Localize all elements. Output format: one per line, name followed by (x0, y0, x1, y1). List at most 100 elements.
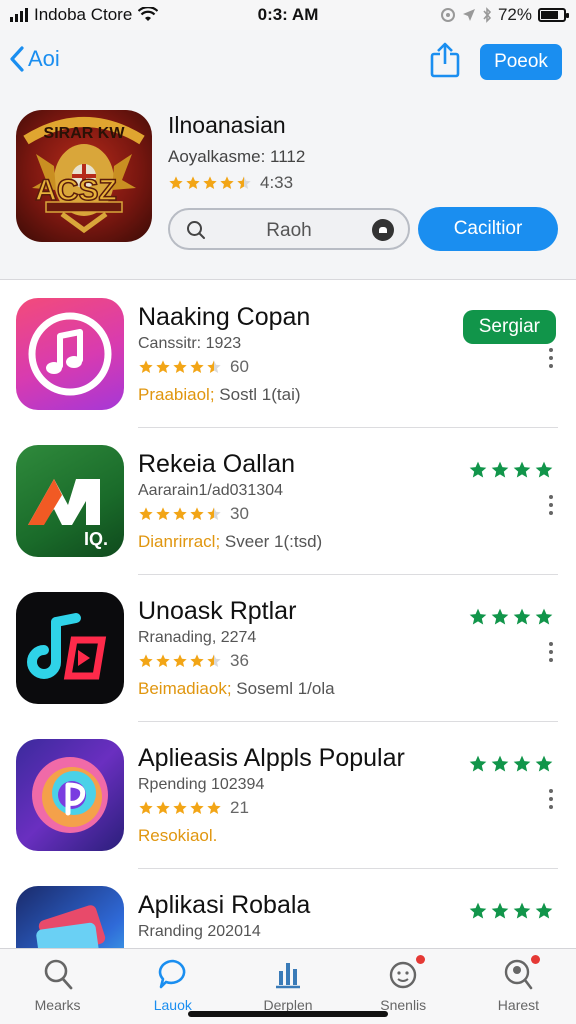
star-icon (139, 654, 153, 667)
microphone-icon[interactable] (372, 219, 394, 241)
star-icon (139, 801, 153, 814)
star-icon (139, 360, 153, 373)
open-button[interactable]: Poeok (480, 44, 562, 80)
app-title: Naaking Copan (138, 303, 311, 331)
green-star-icon (491, 755, 509, 772)
more-options-icon[interactable] (548, 789, 554, 809)
wifi-icon (138, 7, 159, 21)
star-icon (207, 801, 221, 814)
list-item[interactable]: Naaking Copan Canssitr: 1923 60 Praabiao… (0, 281, 576, 428)
star-icon (173, 360, 187, 373)
more-options-icon[interactable] (548, 642, 554, 662)
face-icon (390, 961, 417, 989)
green-star-icon (469, 608, 487, 625)
list-item[interactable]: Aplieasis Alppls Popular Rpending 102394… (0, 722, 576, 869)
bluetooth-icon (483, 7, 492, 23)
star-icon (173, 654, 187, 667)
hero-rating: 4:33 (168, 173, 293, 193)
list-item[interactable]: IQ. Rekeia Oallan Aararain1/ad031304 30 … (0, 428, 576, 575)
status-bar: Indoba Ctore 0:3: AM 72% (0, 0, 576, 30)
star-icon (156, 654, 170, 667)
chart-icon (276, 963, 300, 989)
star-icon (237, 176, 251, 189)
app-meta: Dianrirracl; Sveer 1(:tsd) (138, 532, 322, 552)
more-options-icon[interactable] (548, 348, 554, 368)
rating-count: 21 (230, 798, 249, 817)
star-rating (138, 359, 222, 375)
hero-app-icon[interactable]: SIRAR KW ACSZ (16, 110, 152, 242)
more-options-icon[interactable] (548, 495, 554, 515)
home-indicator[interactable] (188, 1011, 388, 1017)
green-star-icon (491, 902, 509, 919)
star-icon (173, 507, 187, 520)
rating-count: 36 (230, 651, 249, 670)
star-icon (186, 176, 200, 189)
primary-action-button[interactable]: Caciltior (418, 207, 558, 251)
star-icon (173, 801, 187, 814)
battery-icon (538, 8, 569, 22)
notification-badge (530, 955, 540, 964)
star-icon (207, 507, 221, 520)
signal-icon (10, 8, 28, 22)
star-icon (207, 654, 221, 667)
star-icon (190, 654, 204, 667)
meta-highlight: Dianrirracl; (138, 532, 221, 551)
star-rating (138, 653, 222, 669)
green-star-icon (469, 461, 487, 478)
battery-percent: 72% (497, 5, 532, 24)
profile-icon (505, 959, 533, 990)
star-icon (190, 801, 204, 814)
m-app-icon: IQ. (16, 445, 124, 557)
meta-highlight: Praabiaol; (138, 385, 215, 404)
green-star-icon (535, 608, 553, 625)
app-title: Rekeia Oallan (138, 450, 296, 478)
tab-profile[interactable]: Harest (461, 949, 576, 1024)
star-rating (138, 800, 222, 816)
location-icon (462, 9, 475, 21)
app-meta: Praabiaol; Sostl 1(tai) (138, 385, 301, 405)
green-star-icon (469, 755, 487, 772)
hero-app-subtitle: Aoyalkasme: 1112 (168, 147, 306, 166)
hero-rating-value: 4:33 (260, 173, 294, 192)
green-star-rating (468, 901, 554, 921)
star-icon (190, 360, 204, 373)
app-title: Unoask Rptlar (138, 597, 297, 625)
search-icon (44, 959, 72, 990)
app-rating: 36 (138, 651, 249, 671)
meta-highlight: Resokiaol. (138, 826, 218, 845)
green-star-icon (513, 902, 531, 919)
app-meta: Beimadiaok; Soseml 1/ola (138, 679, 335, 699)
green-star-rating (468, 460, 554, 480)
gradient-app-icon (16, 739, 124, 851)
app-subtitle: Aararain1/ad031304 (138, 482, 284, 499)
svg-text:SIRAR KW: SIRAR KW (44, 125, 126, 142)
app-rating: 21 (138, 798, 249, 818)
search-field[interactable]: Raoh (168, 208, 410, 250)
green-star-icon (513, 608, 531, 625)
star-rating (168, 175, 252, 191)
carrier-label: Indoba Ctore (34, 5, 133, 24)
back-button[interactable]: Aoi (8, 44, 60, 74)
get-button[interactable]: Sergiar (462, 310, 556, 344)
star-icon (220, 176, 234, 189)
video-app-icon (16, 592, 124, 704)
back-label: Aoi (28, 46, 60, 71)
green-star-icon (513, 755, 531, 772)
chevron-left-icon (10, 46, 24, 72)
swirl-icon (32, 757, 108, 833)
green-star-icon (535, 902, 553, 919)
share-icon[interactable] (428, 42, 462, 78)
m-logo-icon: IQ. (28, 479, 108, 549)
app-rating: 30 (138, 504, 249, 524)
list-item[interactable]: Aplikasi Robala Rranding 202014 (0, 869, 576, 948)
tab-label: Lauok (153, 997, 192, 1013)
notification-badge (415, 955, 425, 964)
status-right: 72% (366, 5, 569, 25)
hero-app-name: Ilnoanasian (168, 112, 286, 138)
tab-search[interactable]: Mearks (0, 949, 115, 1024)
green-star-icon (535, 461, 553, 478)
star-icon (156, 801, 170, 814)
green-star-icon (513, 461, 531, 478)
list-item[interactable]: Unoask Rptlar Rranading, 2274 36 Beimadi… (0, 575, 576, 722)
app-subtitle: Canssitr: 1923 (138, 335, 242, 352)
